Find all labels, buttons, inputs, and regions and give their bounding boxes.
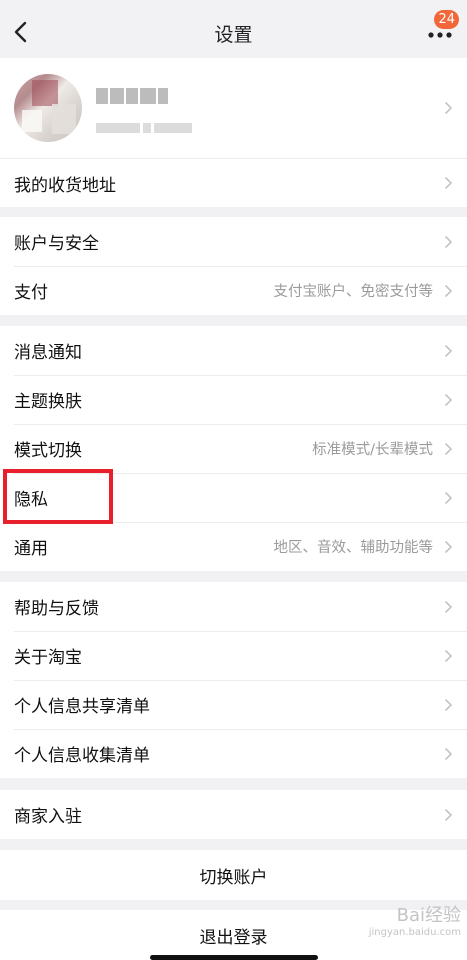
row-label: 消息通知 [14, 343, 82, 363]
chevron-right-icon [444, 344, 453, 357]
settings-row-help-feedback[interactable]: 帮助与反馈 [0, 582, 467, 631]
notification-badge: 24 [434, 10, 459, 29]
row-label: 支付 [14, 283, 48, 303]
chevron-right-icon [444, 491, 453, 504]
watermark-subtext: jingyan.baidu.com [368, 927, 461, 938]
chevron-right-icon [444, 698, 453, 711]
settings-row-payment[interactable]: 支付 支付宝账户、免密支付等 [0, 266, 467, 315]
chevron-right-icon [444, 540, 453, 553]
settings-row-merchant[interactable]: 商家入驻 [0, 790, 467, 839]
row-label: 帮助与反馈 [14, 599, 99, 619]
watermark: Bai经验 jingyan.baidu.com [351, 905, 461, 949]
chevron-right-icon [444, 176, 453, 190]
profile-section: 我的收货地址 [0, 58, 467, 207]
more-options-icon[interactable] [427, 30, 453, 40]
settings-row-notifications[interactable]: 消息通知 [0, 326, 467, 375]
chevron-right-icon [444, 808, 453, 821]
merchant-section: 商家入驻 [0, 790, 467, 839]
account-section: 账户与安全 支付 支付宝账户、免密支付等 [0, 217, 467, 315]
row-value: 地区、音效、辅助功能等 [273, 540, 434, 556]
page-title: 设置 [214, 24, 253, 46]
row-label: 我的收货地址 [14, 175, 116, 196]
row-label: 个人信息共享清单 [14, 697, 150, 717]
chevron-right-icon [444, 235, 453, 248]
row-value: 支付宝账户、免密支付等 [273, 284, 434, 300]
settings-row-account-security[interactable]: 账户与安全 [0, 217, 467, 266]
settings-row-address[interactable]: 我的收货地址 [0, 158, 467, 207]
avatar [14, 74, 82, 142]
general-section: 消息通知 主题换肤 模式切换 标准模式/长辈模式 隐私 通用 地区、音效、辅助功… [0, 326, 467, 571]
row-label: 通用 [14, 539, 48, 559]
row-label: 主题换肤 [14, 392, 82, 412]
highlight-box [3, 469, 113, 524]
settings-row-about[interactable]: 关于淘宝 [0, 631, 467, 680]
settings-row-info-collection-list[interactable]: 个人信息收集清单 [0, 729, 467, 778]
nav-bar: 设置 24 [0, 0, 467, 58]
chevron-right-icon [444, 393, 453, 406]
home-indicator [150, 955, 318, 960]
profile-name-blurred [96, 88, 176, 106]
settings-row-general[interactable]: 通用 地区、音效、辅助功能等 [0, 522, 467, 571]
chevron-right-icon [444, 649, 453, 662]
chevron-right-icon [444, 747, 453, 760]
row-label: 商家入驻 [14, 807, 82, 827]
settings-row-info-sharing-list[interactable]: 个人信息共享清单 [0, 680, 467, 729]
row-value: 标准模式/长辈模式 [312, 442, 433, 458]
profile-row[interactable] [0, 58, 467, 158]
settings-row-mode[interactable]: 模式切换 标准模式/长辈模式 [0, 424, 467, 473]
switch-account-button[interactable]: 切换账户 [0, 850, 467, 900]
chevron-right-icon [444, 600, 453, 613]
row-label: 模式切换 [14, 441, 82, 461]
row-label: 个人信息收集清单 [14, 746, 150, 766]
watermark-text: Bai经验 [396, 905, 461, 926]
profile-id-blurred [96, 118, 216, 133]
row-label: 账户与安全 [14, 234, 99, 254]
row-label: 关于淘宝 [14, 648, 82, 668]
chevron-right-icon [444, 284, 453, 297]
help-section: 帮助与反馈 关于淘宝 个人信息共享清单 个人信息收集清单 [0, 582, 467, 778]
chevron-right-icon [444, 442, 453, 455]
settings-row-theme[interactable]: 主题换肤 [0, 375, 467, 424]
chevron-right-icon [444, 101, 453, 115]
